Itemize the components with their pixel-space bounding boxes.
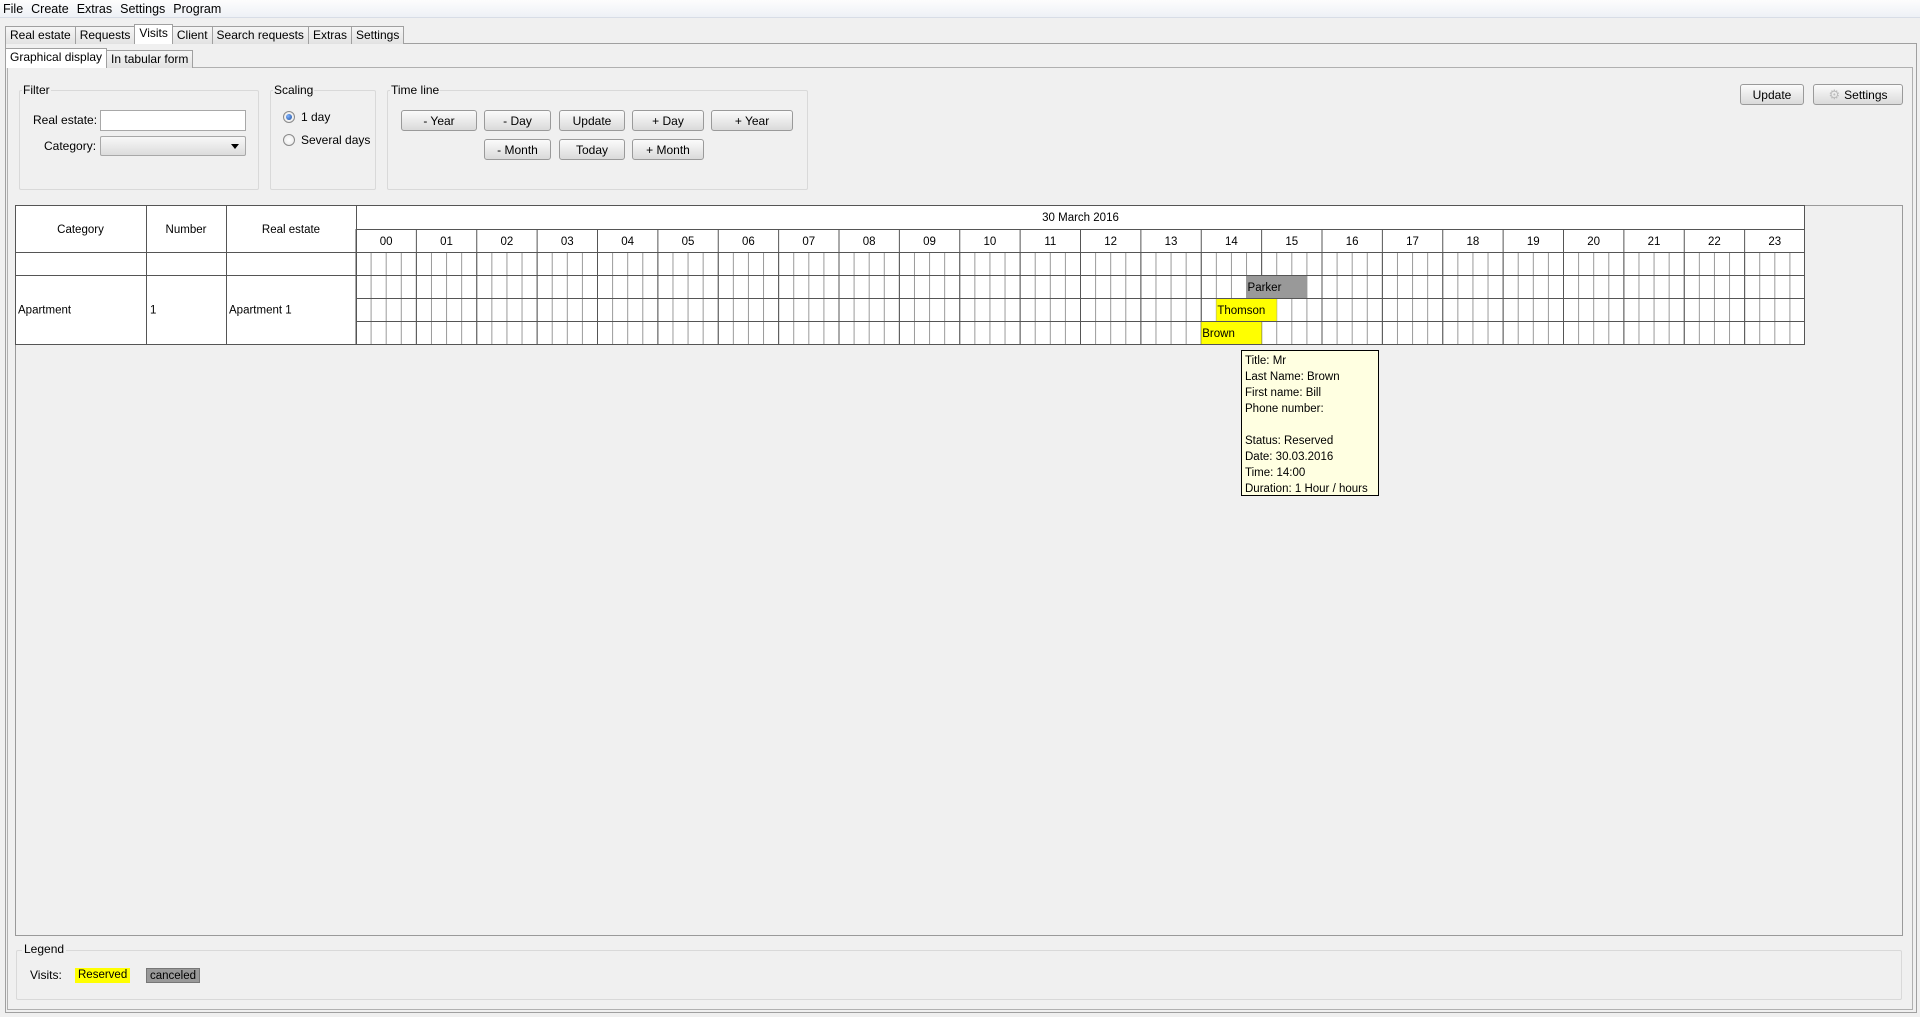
tooltip-line: Duration: 1 Hour / hours: [1245, 483, 1368, 495]
hour-label: 08: [863, 236, 876, 248]
hour-label: 12: [1104, 236, 1117, 248]
scaling-option-several-days[interactable]: Several days: [283, 133, 370, 147]
hour-label: 14: [1225, 236, 1238, 248]
tooltip-line: Time: 14:00: [1245, 467, 1306, 479]
legend-title: Legend: [22, 942, 67, 956]
category-label: Category:: [44, 139, 97, 153]
gear-icon: ⚙: [1828, 86, 1841, 102]
hour-label: 06: [742, 236, 755, 248]
tab-tabular-form[interactable]: In tabular form: [106, 50, 194, 68]
column-header-3: Real estate: [262, 224, 320, 236]
plus-year-button[interactable]: + Year: [711, 110, 793, 131]
visit-label: Thomson: [1217, 305, 1265, 317]
today-button[interactable]: Today: [559, 139, 625, 160]
sub-tab-bar: Graphical display In tabular form: [5, 48, 194, 68]
menu-create[interactable]: Create: [27, 0, 73, 18]
hour-label: 20: [1587, 236, 1600, 248]
tooltip-line: Title: Mr: [1245, 355, 1287, 367]
real-estate-label: Real estate:: [33, 113, 98, 127]
real-estate-input[interactable]: [100, 110, 246, 131]
radio-1-day-label: 1 day: [301, 110, 331, 124]
row-real-estate: Apartment 1: [229, 305, 292, 317]
tooltip-line: Phone number:: [1245, 403, 1324, 415]
scaling-title: Scaling: [274, 83, 314, 97]
menu-bar: File Create Extras Settings Program: [0, 0, 1920, 18]
legend-reserved: Reserved: [75, 968, 131, 983]
hour-label: 17: [1406, 236, 1419, 248]
timeline-title: Time line: [391, 83, 440, 97]
hour-label: 02: [501, 236, 514, 248]
legend-canceled: canceled: [146, 968, 201, 983]
tab-real-estate[interactable]: Real estate: [5, 26, 76, 44]
tooltip-line: First name: Bill: [1245, 387, 1322, 399]
menu-file[interactable]: File: [0, 0, 27, 18]
column-header-2: Number: [166, 224, 207, 236]
legend-group: [16, 950, 1902, 1000]
update-button[interactable]: Update: [1740, 84, 1804, 105]
row-category: Apartment: [18, 305, 72, 317]
date-header: 30 March 2016: [1042, 212, 1119, 224]
timeline-update-button[interactable]: Update: [559, 110, 625, 131]
tab-graphical-display[interactable]: Graphical display: [5, 48, 108, 68]
plus-day-button[interactable]: + Day: [632, 110, 704, 131]
hour-label: 04: [621, 236, 634, 248]
hour-label: 10: [984, 236, 997, 248]
hour-label: 16: [1346, 236, 1359, 248]
visit-tooltip: Title: Mr Last Name: Brown First name: Bil…: [1241, 350, 1379, 496]
tab-client[interactable]: Client: [171, 26, 213, 44]
visit-label: Brown: [1202, 328, 1235, 340]
tooltip-line: Date: 30.03.2016: [1245, 451, 1334, 463]
hour-label: 21: [1648, 236, 1661, 248]
plus-month-button[interactable]: + Month: [632, 139, 704, 160]
settings-button[interactable]: ⚙ Settings: [1813, 84, 1903, 105]
timeline-group: Time line: [387, 83, 808, 190]
hour-label: 22: [1708, 236, 1721, 248]
minus-month-button[interactable]: - Month: [484, 139, 551, 160]
hour-label: 07: [802, 236, 815, 248]
category-select[interactable]: [100, 136, 246, 156]
radio-several-days-label: Several days: [301, 133, 371, 147]
hour-label: 05: [682, 236, 695, 248]
minus-year-button[interactable]: - Year: [401, 110, 477, 131]
tooltip-line: Last Name: Brown: [1245, 371, 1340, 383]
tab-requests[interactable]: Requests: [74, 26, 136, 44]
main-tab-bar: Real estate Requests Visits Client Searc…: [5, 24, 405, 44]
tab-settings[interactable]: Settings: [350, 26, 405, 44]
menu-program[interactable]: Program: [169, 0, 225, 18]
legend-visits-label: Visits:: [30, 968, 62, 982]
menu-settings[interactable]: Settings: [116, 0, 169, 18]
tab-search-requests[interactable]: Search requests: [211, 26, 309, 44]
settings-button-label: Settings: [1844, 87, 1888, 102]
radio-1-day[interactable]: [283, 111, 295, 123]
tab-visits[interactable]: Visits: [134, 24, 173, 44]
hour-label: 15: [1285, 236, 1298, 248]
hour-label: 13: [1165, 236, 1178, 248]
hour-label: 19: [1527, 236, 1540, 248]
tooltip-line: [1245, 417, 1375, 433]
hour-label: 00: [380, 236, 393, 248]
filter-title: Filter: [23, 83, 50, 97]
tab-extras[interactable]: Extras: [307, 26, 352, 44]
minus-day-button[interactable]: - Day: [484, 110, 551, 131]
visit-schedule-grid: Category Number Real estate 30 March 2016 00…: [15, 205, 1805, 345]
hour-label: 09: [923, 236, 936, 248]
hour-label: 03: [561, 236, 574, 248]
row-number: 1: [150, 305, 156, 317]
hour-label: 23: [1768, 236, 1781, 248]
visit-label: Parker: [1248, 282, 1282, 294]
hour-label: 01: [440, 236, 453, 248]
tooltip-line: Status: Reserved: [1245, 435, 1334, 447]
menu-extras[interactable]: Extras: [73, 0, 116, 18]
scaling-option-1-day[interactable]: 1 day: [283, 110, 330, 124]
radio-several-days[interactable]: [283, 134, 295, 146]
column-header-1: Category: [57, 224, 104, 236]
chevron-down-icon: [231, 144, 239, 149]
hour-label: 18: [1467, 236, 1480, 248]
hour-label: 11: [1044, 236, 1056, 248]
